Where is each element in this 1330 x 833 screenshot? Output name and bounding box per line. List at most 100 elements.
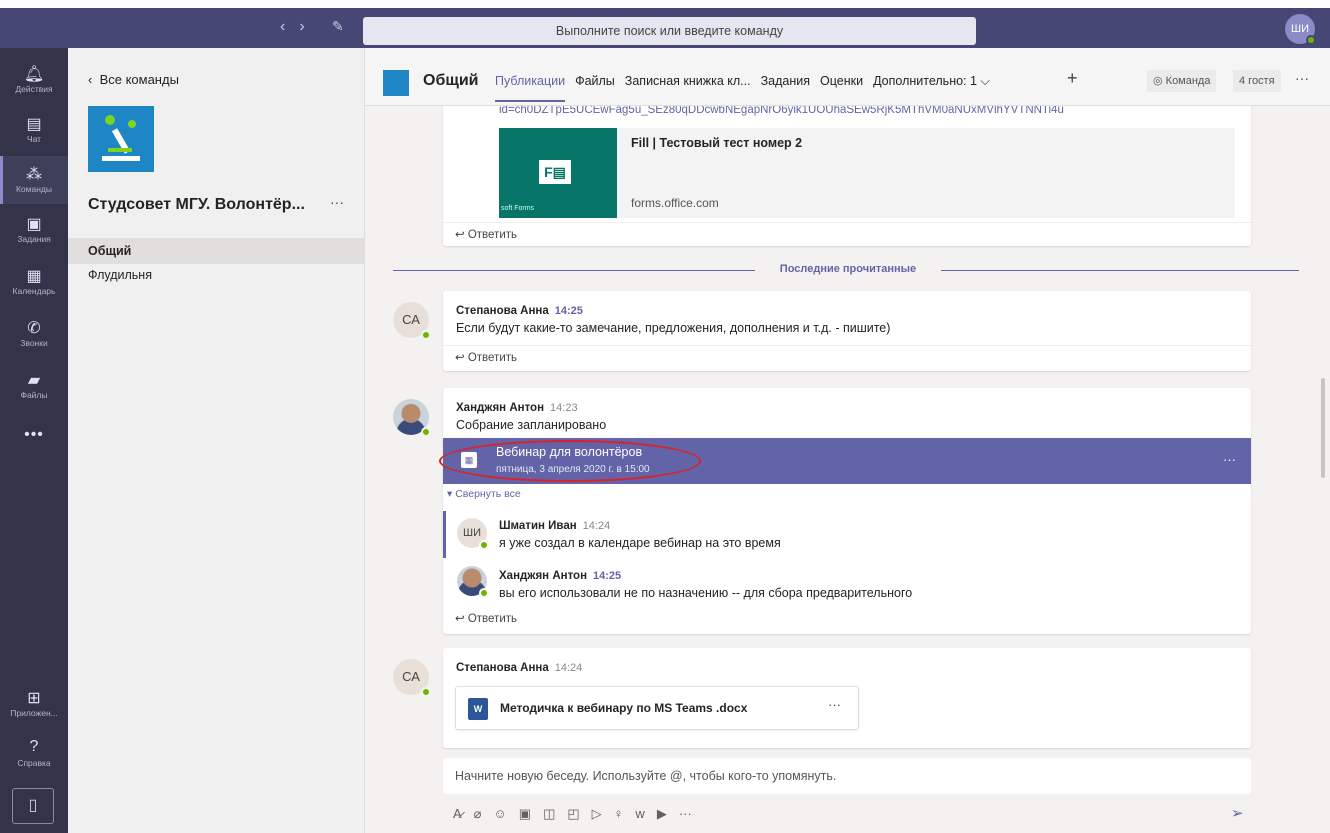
rail-chat[interactable]: ▤ Чат <box>0 106 68 154</box>
window-strip <box>0 0 1330 8</box>
rail-label: Приложен... <box>10 708 58 718</box>
praise-icon[interactable]: ♀ <box>614 806 624 822</box>
wiki-icon[interactable]: w <box>635 806 644 822</box>
rail-teams[interactable]: ⁂ Команды <box>0 156 68 204</box>
team-more-icon[interactable]: ··· <box>330 194 344 210</box>
stream-icon[interactable]: ▷ <box>592 806 602 822</box>
file-attachment[interactable]: W Методичка к вебинару по MS Teams .docx… <box>455 686 859 730</box>
message-text: Собрание запланировано <box>456 418 607 432</box>
reply-text: вы его использовали не по назначению -- … <box>499 586 913 600</box>
avatar[interactable]: СА <box>393 659 431 697</box>
sticker-icon[interactable]: ◫ <box>543 806 555 822</box>
teams-icon: ⁂ <box>26 166 42 183</box>
reply-button[interactable]: ↩ Ответить <box>455 347 517 369</box>
reply-icon: ↩ <box>455 613 468 625</box>
file-more-icon[interactable]: ··· <box>828 697 841 712</box>
rail-files[interactable]: ▰ Файлы <box>0 362 68 410</box>
microscope-icon <box>102 115 140 161</box>
tab-grades[interactable]: Оценки <box>820 74 863 102</box>
author-name[interactable]: Ханджян Антон <box>456 402 544 414</box>
calendar-icon: ▦ <box>26 268 42 285</box>
more-apps-icon[interactable]: ••• <box>0 426 68 444</box>
user-initials: ШИ <box>1291 23 1309 35</box>
link-url[interactable]: id=ch0DZTpE5UCEwFag5u_SEz80qDDcwbNEgapNr… <box>499 106 1064 116</box>
rail-label: Задания <box>17 234 51 244</box>
presence-icon <box>421 330 431 340</box>
tab-more[interactable]: Дополнительно: 1 ⌵ <box>873 74 990 102</box>
channel-header: Общий Публикации Файлы Записная книжка к… <box>365 48 1330 106</box>
back-arrow-icon[interactable]: ‹ <box>280 18 285 36</box>
scrollbar[interactable] <box>1321 378 1325 478</box>
post-card: Степанова Анна 14:25 Если будут какие-то … <box>443 291 1251 371</box>
avatar-initials: ШИ <box>463 527 481 539</box>
team-button[interactable]: ◎ Команда <box>1147 70 1217 92</box>
rail-calls[interactable]: ✆ Звонки <box>0 310 68 358</box>
tab-assignments[interactable]: Задания <box>761 74 810 102</box>
reply-button[interactable]: ↩ Ответить <box>455 224 517 246</box>
avatar[interactable]: ШИ <box>457 518 489 550</box>
avatar[interactable]: СА <box>393 302 431 340</box>
post-header: Ханджян Антон 14:23 <box>456 400 578 414</box>
header-more-icon[interactable]: ··· <box>1295 70 1309 86</box>
message-input[interactable]: Начните новую беседу. Используйте @, что… <box>443 758 1251 794</box>
device-icon[interactable]: ▯ <box>12 788 54 824</box>
app-rail: 🔔︎ Действия ▤ Чат ⁂ Команды ▣ Задания ▦ … <box>0 48 68 833</box>
all-teams-link[interactable]: ‹ Все команды <box>88 72 179 87</box>
author-name[interactable]: Шматин Иван <box>499 520 577 532</box>
reply-text: я уже создал в календаре вебинар на это … <box>499 536 781 550</box>
avatar[interactable] <box>393 399 431 437</box>
channel-general[interactable]: Общий <box>68 238 364 264</box>
chevron-left-icon: ‹ <box>88 72 100 87</box>
emoji-icon[interactable]: ☺ <box>494 806 507 822</box>
team-button-label: Команда <box>1165 75 1211 87</box>
tab-posts[interactable]: Публикации <box>495 74 566 102</box>
author-name[interactable]: Ханджян Антон <box>499 570 587 582</box>
guests-button[interactable]: 4 гостя <box>1233 70 1281 92</box>
tab-notebook[interactable]: Записная книжка кл... <box>625 74 751 102</box>
divider <box>443 222 1251 223</box>
divider <box>393 270 755 271</box>
user-avatar[interactable]: ШИ <box>1285 14 1316 45</box>
rail-label: Звонки <box>20 338 48 348</box>
preview-domain: forms.office.com <box>631 196 719 210</box>
apps-icon: ⊞ <box>27 690 41 707</box>
add-tab-icon[interactable]: + <box>1067 68 1078 89</box>
avatar-initials: СА <box>402 669 420 684</box>
post-card-forms: id=ch0DZTpE5UCEwFag5u_SEz80qDDcwbNEgapNr… <box>443 106 1251 246</box>
more-icon[interactable]: ··· <box>679 806 692 822</box>
divider <box>941 270 1299 271</box>
meeting-more-icon[interactable]: ··· <box>1223 452 1236 467</box>
author-name[interactable]: Степанова Анна <box>456 662 549 674</box>
rail-assignments[interactable]: ▣ Задания <box>0 206 68 254</box>
tab-files[interactable]: Файлы <box>575 74 615 102</box>
composer-toolbar: A̷ ⌀ ☺ ▣ ◫ ◰ ▷ ♀ w ▶ ··· <box>453 806 692 822</box>
presence-icon <box>479 588 489 598</box>
rail-apps[interactable]: ⊞ Приложен... <box>0 688 68 732</box>
meet-icon[interactable]: ◰ <box>567 806 579 822</box>
channel-flood[interactable]: Флудильня <box>68 262 364 288</box>
rail-calendar[interactable]: ▦ Календарь <box>0 258 68 306</box>
rail-activity[interactable]: 🔔︎ Действия <box>0 56 68 104</box>
top-bar: ‹ › ✎ Выполните поиск или введите команд… <box>0 0 1330 48</box>
rail-help[interactable]: ? Справка <box>0 738 68 782</box>
reply-button[interactable]: ↩ Ответить <box>455 608 517 630</box>
author-name[interactable]: Степанова Анна <box>456 305 549 317</box>
search-input[interactable]: Выполните поиск или введите команду <box>363 17 976 45</box>
youtube-icon[interactable]: ▶ <box>657 806 667 822</box>
forward-arrow-icon[interactable]: › <box>299 18 304 36</box>
send-icon[interactable]: ➢ <box>1231 804 1244 822</box>
post-time: 14:24 <box>554 662 583 674</box>
reply-icon: ↩ <box>455 229 468 241</box>
format-icon[interactable]: A̷ <box>453 806 462 822</box>
rail-label: Справка <box>17 758 51 768</box>
collapse-all-link[interactable]: ▾ Свернуть все <box>447 488 521 500</box>
link-preview[interactable]: F▤ soft Forms Fill | Тестовый тест номер… <box>499 128 1235 218</box>
attach-icon[interactable]: ⌀ <box>474 806 482 822</box>
avatar[interactable] <box>457 566 489 598</box>
compose-icon[interactable]: ✎ <box>332 18 344 35</box>
divider <box>443 345 1251 346</box>
gif-icon[interactable]: ▣ <box>519 806 531 822</box>
channel-team-icon <box>383 70 409 96</box>
assignments-icon: ▣ <box>26 216 42 233</box>
post-header: Степанова Анна 14:25 <box>456 303 583 317</box>
